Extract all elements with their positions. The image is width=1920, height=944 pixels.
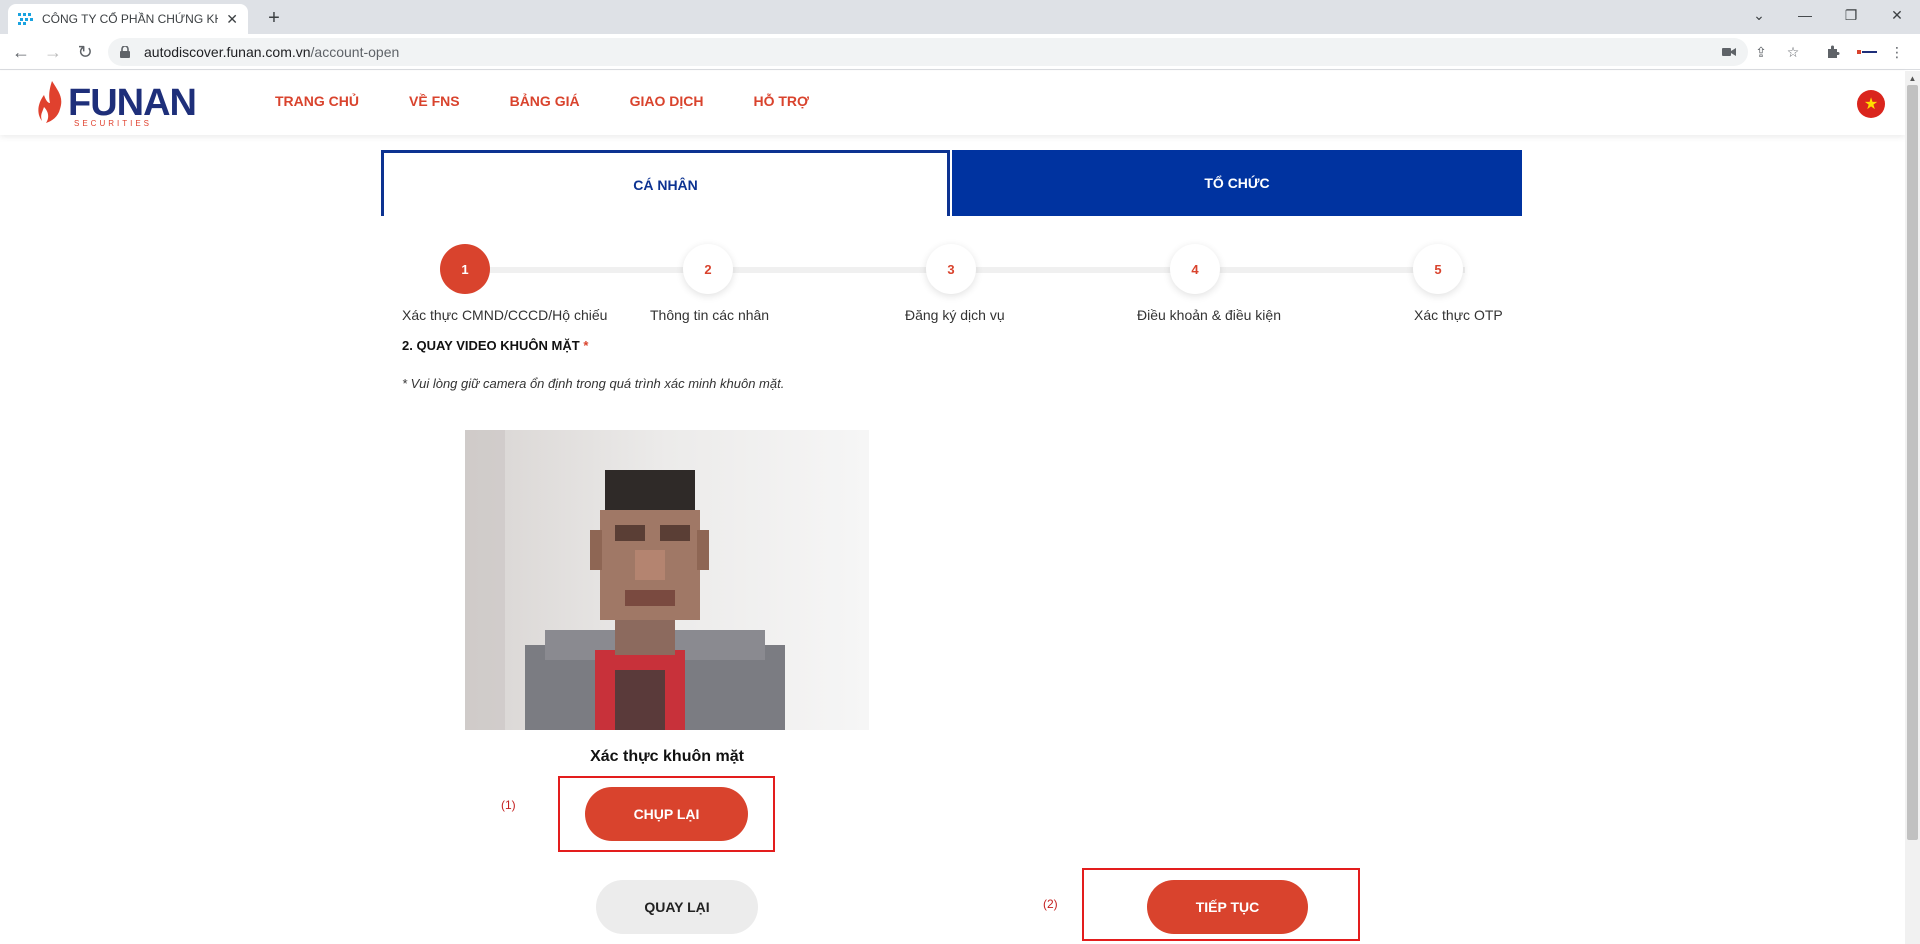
address-bar[interactable]: autodiscover.funan.com.vn/account-open (108, 38, 1748, 66)
section-title-text: 2. QUAY VIDEO KHUÔN MẶT (402, 338, 580, 353)
nav-item-support[interactable]: HỖ TRỢ (753, 93, 809, 109)
reload-icon[interactable]: ↻ (73, 40, 97, 64)
logo-subtitle: SECURITIES (74, 119, 153, 128)
step-1-circle: 1 (440, 244, 490, 294)
bookmark-star-icon[interactable]: ☆ (1783, 42, 1803, 62)
next-button[interactable]: TIẾP TỤC (1147, 880, 1308, 934)
step-4-circle: 4 (1170, 244, 1220, 294)
tab-search-icon[interactable]: ⌄ (1736, 0, 1782, 30)
tab-individual[interactable]: CÁ NHÂN (381, 150, 950, 216)
annotation-label-1: (1) (501, 798, 516, 812)
step-4-label: Điều khoản & điều kiện (1137, 307, 1281, 323)
funan-extension-icon[interactable] (1855, 42, 1879, 62)
scrollbar-thumb[interactable] (1907, 85, 1918, 840)
annotation-label-2: (2) (1043, 897, 1058, 911)
new-tab-icon[interactable]: + (262, 6, 286, 30)
face-verification-caption: Xác thực khuôn mặt (590, 748, 744, 765)
page-scrollbar[interactable]: ▲ (1905, 71, 1920, 944)
close-window-icon[interactable]: ✕ (1874, 0, 1920, 30)
back-button[interactable]: QUAY LẠI (596, 880, 758, 934)
step-1-label: Xác thực CMND/CCCD/Hộ chiếu (402, 307, 608, 323)
flame-logo-icon (38, 81, 62, 123)
logo-text: FUNAN (68, 82, 197, 124)
forward-arrow-icon[interactable]: → (41, 40, 65, 64)
site-header: FUNAN SECURITIES TRANG CHỦ VỀ FNS BẢNG G… (0, 71, 1905, 135)
nav-item-home[interactable]: TRANG CHỦ (275, 93, 359, 109)
step-3-label: Đăng ký dịch vụ (905, 307, 1005, 323)
site-favicon-icon (18, 11, 34, 27)
section-title: 2. QUAY VIDEO KHUÔN MẶT * (402, 338, 588, 353)
browser-toolbar: ← → ↻ autodiscover.funan.com.vn/account-… (0, 34, 1920, 70)
step-3-circle: 3 (926, 244, 976, 294)
retake-button[interactable]: CHỤP LẠI (585, 787, 748, 841)
extensions-icon[interactable] (1823, 42, 1843, 62)
scroll-up-arrow-icon[interactable]: ▲ (1905, 71, 1920, 85)
url-domain: autodiscover.funan.com.vn (144, 44, 311, 60)
browser-tabstrip: CÔNG TY CỔ PHẦN CHỨNG KHO ✕ + ⌄ — ❐ ✕ (0, 0, 1920, 34)
pixelated-face-image (465, 430, 869, 730)
nav-item-trading[interactable]: GIAO DỊCH (630, 93, 704, 109)
camera-hint: * Vui lòng giữ camera ổn định trong quá … (402, 376, 785, 391)
main-nav: TRANG CHỦ VỀ FNS BẢNG GIÁ GIAO DỊCH HỖ T… (275, 93, 809, 109)
step-2-circle: 2 (683, 244, 733, 294)
url-path: /account-open (310, 44, 400, 60)
restore-icon[interactable]: ❐ (1828, 0, 1874, 30)
face-video-preview (465, 430, 869, 730)
step-5-label: Xác thực OTP (1414, 307, 1503, 323)
tab-close-icon[interactable]: ✕ (226, 11, 238, 28)
nav-item-about[interactable]: VỀ FNS (409, 93, 460, 109)
step-2-label: Thông tin các nhân (650, 307, 770, 323)
browser-menu-icon[interactable]: ⋮ (1887, 42, 1907, 62)
share-icon[interactable]: ⇪ (1751, 42, 1771, 62)
nav-item-price-board[interactable]: BẢNG GIÁ (510, 93, 580, 109)
step-5-circle: 5 (1413, 244, 1463, 294)
camera-icon[interactable] (1719, 42, 1739, 62)
tab-organization[interactable]: TỔ CHỨC (952, 150, 1522, 216)
minimize-icon[interactable]: — (1782, 0, 1828, 30)
tab-title: CÔNG TY CỔ PHẦN CHỨNG KHO (42, 12, 219, 26)
back-arrow-icon[interactable]: ← (9, 40, 33, 64)
funan-logo[interactable]: FUNAN SECURITIES (38, 81, 197, 128)
lock-icon (120, 45, 134, 59)
vietnam-flag-icon[interactable]: ★ (1857, 90, 1885, 118)
required-mark: * (583, 338, 589, 353)
browser-tab[interactable]: CÔNG TY CỔ PHẦN CHỨNG KHO ✕ (8, 4, 248, 34)
